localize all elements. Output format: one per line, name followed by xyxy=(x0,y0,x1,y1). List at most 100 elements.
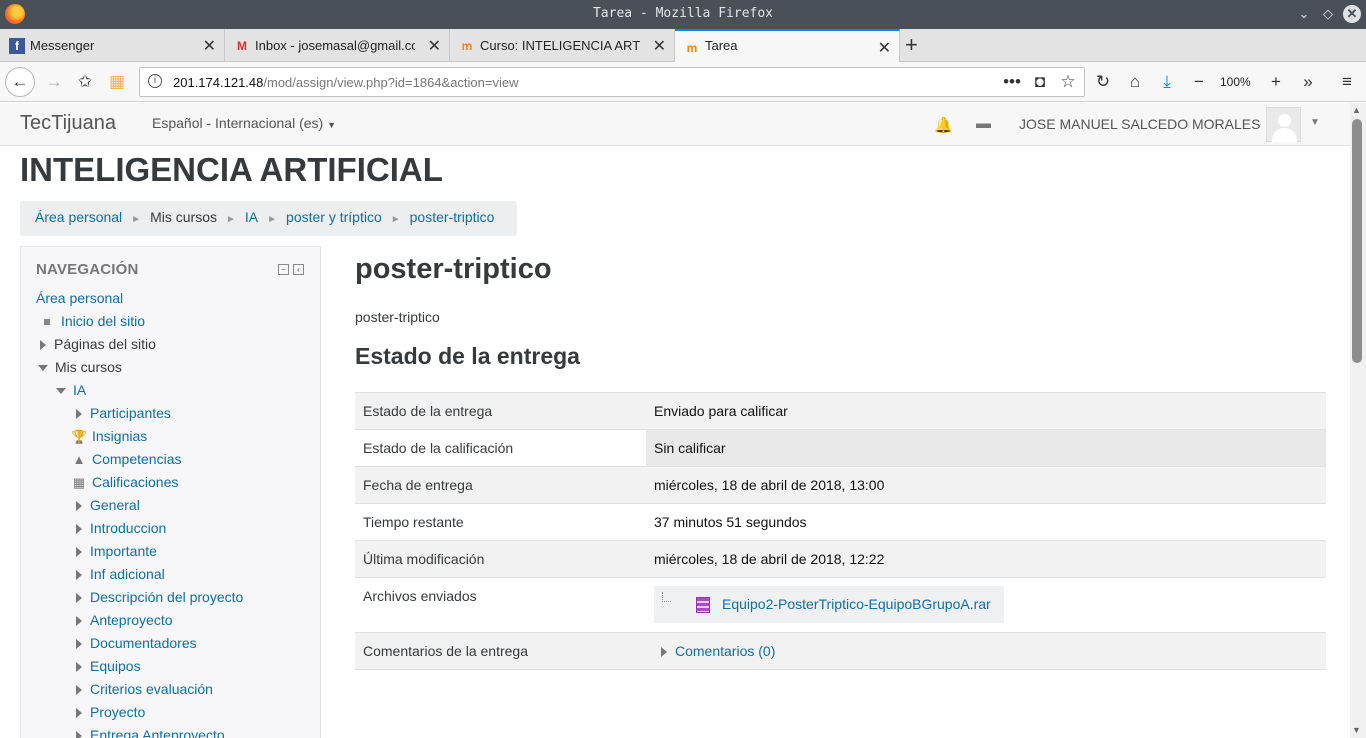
block-title: NAVEGACIÓN xyxy=(36,261,139,278)
download-icon[interactable]: ⤓ xyxy=(1155,70,1179,94)
nav-item-descripcion[interactable]: Descripción del proyecto xyxy=(76,589,243,605)
nav-link[interactable]: General xyxy=(90,497,140,513)
nav-item-documentadores[interactable]: Documentadores xyxy=(76,635,197,651)
user-name[interactable]: JOSE MANUEL SALCEDO MORALES xyxy=(1019,116,1260,132)
breadcrumb-item[interactable]: poster-triptico xyxy=(410,209,495,225)
nav-item-entrega-anteproyecto[interactable]: Entrega Anteproyecto xyxy=(76,727,225,738)
nav-link[interactable]: Competencias xyxy=(92,451,182,467)
row-label: Estado de la calificación xyxy=(363,440,514,456)
page-title: INTELIGENCIA ARTIFICIAL xyxy=(20,151,443,188)
nav-item-ia[interactable]: IA xyxy=(56,382,86,398)
nav-item-insignias[interactable]: 🏆 Insignias xyxy=(71,428,147,445)
new-tab-icon[interactable]: + xyxy=(905,32,918,58)
nav-link[interactable]: Proyecto xyxy=(90,704,145,720)
home-icon[interactable]: ⌂ xyxy=(1123,70,1147,94)
expand-icon xyxy=(76,685,82,696)
nav-item-competencias[interactable]: ▲ Competencias xyxy=(71,451,182,467)
expand-icon xyxy=(661,647,667,658)
dock-block-icon[interactable]: ‹ xyxy=(293,264,304,275)
nav-link[interactable]: Descripción del proyecto xyxy=(90,589,243,605)
nav-link[interactable]: Documentadores xyxy=(90,635,197,651)
scrollbar-thumb[interactable] xyxy=(1352,119,1362,363)
nav-item-area-personal[interactable]: Área personal xyxy=(36,290,123,306)
nav-item-mis-cursos[interactable]: Mis cursos xyxy=(38,359,122,375)
nav-item-general[interactable]: General xyxy=(76,497,140,513)
nav-item-participantes[interactable]: Participantes xyxy=(76,405,171,421)
nav-link[interactable]: Anteproyecto xyxy=(90,612,173,628)
zoom-out-icon[interactable]: − xyxy=(1187,70,1211,94)
reload-icon[interactable]: ↻ xyxy=(1091,70,1115,94)
tab-close-icon[interactable]: ✕ xyxy=(203,36,216,56)
avatar[interactable] xyxy=(1266,107,1301,142)
zoom-level[interactable]: 100% xyxy=(1220,75,1251,89)
tab-curso[interactable]: m Curso: INTELIGENCIA ARTIF ✕ xyxy=(450,29,675,62)
row-label: Tiempo restante xyxy=(363,514,464,530)
comments-link[interactable]: Comentarios (0) xyxy=(675,643,775,659)
trophy-icon: 🏆 xyxy=(71,429,88,444)
zoom-in-icon[interactable]: + xyxy=(1264,70,1288,94)
nav-link[interactable]: Inf adicional xyxy=(90,566,165,582)
navigation-block: NAVEGACIÓN − ‹ Área personal Inicio del … xyxy=(20,246,321,738)
breadcrumb-item[interactable]: poster y tríptico xyxy=(286,209,382,225)
tab-close-icon[interactable]: ✕ xyxy=(428,36,441,56)
more-actions-icon[interactable]: ••• xyxy=(1000,70,1024,94)
tab-inbox[interactable]: M Inbox - josemasal@gmail.co ✕ xyxy=(225,29,450,62)
pocket-icon[interactable]: ◘ xyxy=(1028,70,1052,94)
nav-item-inf-adicional[interactable]: Inf adicional xyxy=(76,566,165,582)
nav-link[interactable]: Introduccion xyxy=(90,520,166,536)
nav-link[interactable]: Entrega Anteproyecto xyxy=(90,727,225,738)
nav-link[interactable]: Inicio del sitio xyxy=(61,313,145,329)
table-row: Fecha de entrega miércoles, 18 de abril … xyxy=(355,467,1326,504)
scroll-up-icon[interactable]: ▲ xyxy=(1352,105,1361,115)
nav-link[interactable]: Calificaciones xyxy=(92,474,178,490)
breadcrumb-item[interactable]: Área personal xyxy=(35,209,122,225)
nav-item-proyecto[interactable]: Proyecto xyxy=(76,704,145,720)
language-menu[interactable]: Español - Internacional (es) ▼ xyxy=(152,115,336,131)
messages-icon[interactable]: ▬ xyxy=(976,115,991,132)
expand-icon xyxy=(76,593,82,604)
nav-item-paginas[interactable]: Páginas del sitio xyxy=(40,336,156,352)
close-window-icon[interactable]: ✕ xyxy=(1343,5,1361,23)
menu-icon[interactable]: ≡ xyxy=(1335,70,1359,94)
extension-icon[interactable]: ▦ xyxy=(105,70,129,94)
forward-icon[interactable]: → xyxy=(42,70,66,94)
tab-messenger[interactable]: f Messenger ✕ xyxy=(0,29,225,62)
nav-link[interactable]: Criterios evaluación xyxy=(90,681,213,697)
info-icon[interactable]: i xyxy=(148,74,162,88)
bookmark-icon[interactable]: ☆ xyxy=(1056,70,1080,94)
expand-icon xyxy=(76,708,82,719)
scroll-down-icon[interactable]: ▼ xyxy=(1352,725,1361,735)
tab-close-icon[interactable]: ✕ xyxy=(878,38,891,58)
comments-toggle[interactable]: Comentarios (0) xyxy=(661,643,775,659)
user-menu-chevron-icon[interactable]: ▼ xyxy=(1310,117,1320,128)
nav-link[interactable]: Área personal xyxy=(36,290,123,306)
url-text: 201.174.121.48/mod/assign/view.php?id=18… xyxy=(173,75,519,90)
nav-item-equipos[interactable]: Equipos xyxy=(76,658,141,674)
url-bar[interactable]: i 201.174.121.48/mod/assign/view.php?id=… xyxy=(139,67,1085,97)
nav-item-introduccion[interactable]: Introduccion xyxy=(76,520,166,536)
nav-item-criterios[interactable]: Criterios evaluación xyxy=(76,681,213,697)
notifications-icon[interactable]: 🔔 xyxy=(934,116,953,134)
maximize-window-icon[interactable]: ◇ xyxy=(1319,5,1337,23)
breadcrumb-item[interactable]: IA xyxy=(245,209,258,225)
nav-item-anteproyecto[interactable]: Anteproyecto xyxy=(76,612,173,628)
nav-item-importante[interactable]: Importante xyxy=(76,543,157,559)
tab-close-icon[interactable]: ✕ xyxy=(653,36,666,56)
nav-link[interactable]: Importante xyxy=(90,543,157,559)
minimize-window-icon[interactable]: ⌄ xyxy=(1295,5,1313,23)
table-row: Estado de la entrega Enviado para califi… xyxy=(355,393,1326,430)
nav-item-inicio[interactable]: Inicio del sitio xyxy=(40,313,145,329)
nav-item-calificaciones[interactable]: ▦ Calificaciones xyxy=(71,474,179,491)
nav-link[interactable]: Insignias xyxy=(92,428,147,444)
bookmark-star-icon[interactable]: ✩ xyxy=(73,70,97,94)
overflow-icon[interactable]: » xyxy=(1296,70,1320,94)
submitted-file-link[interactable]: Equipo2-PosterTriptico-EquipoBGrupoA.rar xyxy=(722,596,991,612)
nav-link[interactable]: Equipos xyxy=(90,658,141,674)
tab-tarea[interactable]: m Tarea ✕ xyxy=(675,29,900,62)
nav-link[interactable]: IA xyxy=(73,382,86,398)
back-icon[interactable]: ← xyxy=(5,67,35,97)
table-row: Última modificación miércoles, 18 de abr… xyxy=(355,541,1326,578)
site-brand[interactable]: TecTijuana xyxy=(20,112,116,135)
nav-link[interactable]: Participantes xyxy=(90,405,171,421)
collapse-block-icon[interactable]: − xyxy=(278,264,289,275)
